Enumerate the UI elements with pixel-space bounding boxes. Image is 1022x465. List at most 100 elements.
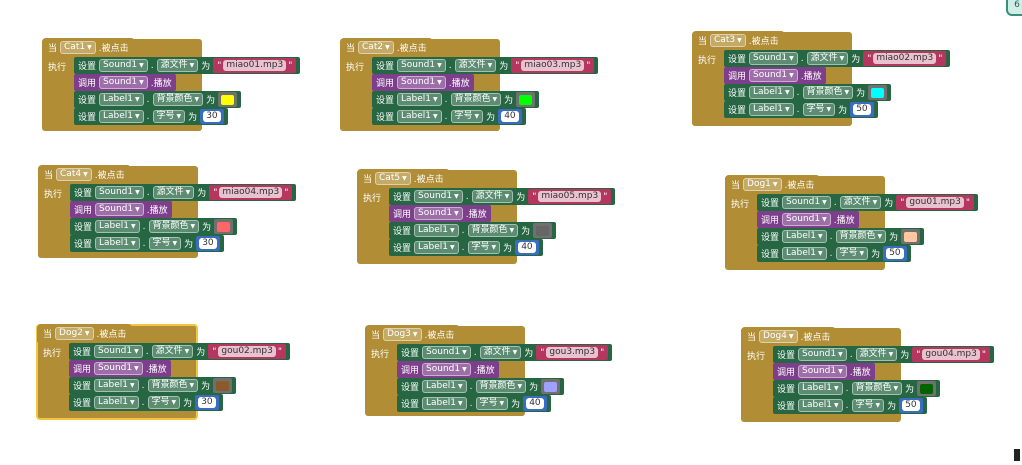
call-play-block[interactable]: 调用 Sound1 ▼ .播放 (773, 363, 875, 380)
component-dropdown[interactable]: Dog4 ▼ (759, 329, 798, 343)
set-fontsize-block[interactable]: 设置 Label1 ▼ . 字号 ▼ 为 30 (69, 394, 223, 411)
component-dropdown[interactable]: Sound1 ▼ (798, 348, 847, 361)
set-bgcolor-block[interactable]: 设置 Label1 ▼ . 背景颜色 ▼ 为 (773, 380, 941, 397)
property-dropdown[interactable]: 字号 ▼ (152, 110, 186, 123)
component-dropdown[interactable]: Label1 ▼ (782, 247, 827, 260)
number-block[interactable]: 50 (883, 246, 907, 261)
set-source-block[interactable]: 设置 Sound1 ▼ . 源文件 ▼ 为 " miao01.mp3 " (74, 57, 301, 74)
component-dropdown[interactable]: Label1 ▼ (798, 382, 843, 395)
text-block[interactable]: " miao03.mp3 " (511, 58, 595, 73)
text-block[interactable]: " miao01.mp3 " (213, 58, 297, 73)
set-bgcolor-block[interactable]: 设置 Label1 ▼ . 背景颜色 ▼ 为 (724, 84, 892, 101)
blocks-workspace[interactable]: 当 Cat1 ▼ .被点击 执行 设置 Sound1 ▼ . 源文件 ▼ 为 " mi… (0, 0, 1022, 465)
component-dropdown[interactable]: Sound1 ▼ (397, 76, 446, 89)
property-dropdown[interactable]: 字号 ▼ (835, 247, 869, 260)
component-dropdown[interactable]: Label1 ▼ (798, 399, 843, 412)
component-dropdown[interactable]: Sound1 ▼ (397, 59, 446, 72)
call-play-block[interactable]: 调用 Sound1 ▼ .播放 (74, 74, 176, 91)
event-block-dog1[interactable]: 当 Dog1 ▼ .被点击 执行 设置 Sound1 ▼ . 源文件 ▼ 为 " go… (725, 175, 978, 270)
set-fontsize-block[interactable]: 设置 Label1 ▼ . 字号 ▼ 为 40 (372, 108, 526, 125)
component-dropdown[interactable]: Dog2 ▼ (55, 326, 94, 340)
set-fontsize-block[interactable]: 设置 Label1 ▼ . 字号 ▼ 为 40 (389, 239, 543, 256)
set-source-block[interactable]: 设置 Sound1 ▼ . 源文件 ▼ 为 " gou3.mp3 " (397, 344, 613, 361)
set-fontsize-block[interactable]: 设置 Label1 ▼ . 字号 ▼ 为 50 (757, 245, 911, 262)
property-dropdown[interactable]: 源文件 ▼ (806, 52, 849, 65)
property-dropdown[interactable]: 背景颜色 ▼ (835, 230, 887, 243)
component-dropdown[interactable]: Dog3 ▼ (383, 327, 422, 341)
event-block-cat4[interactable]: 当 Cat4 ▼ .被点击 执行 设置 Sound1 ▼ . 源文件 ▼ 为 " mi… (38, 165, 297, 258)
component-dropdown[interactable]: Label1 ▼ (94, 379, 139, 392)
component-dropdown[interactable]: Sound1 ▼ (422, 363, 471, 376)
set-bgcolor-block[interactable]: 设置 Label1 ▼ . 背景颜色 ▼ 为 (69, 377, 237, 394)
property-dropdown[interactable]: 字号 ▼ (147, 396, 181, 409)
set-fontsize-block[interactable]: 设置 Label1 ▼ . 字号 ▼ 为 50 (724, 101, 878, 118)
property-dropdown[interactable]: 字号 ▼ (475, 397, 509, 410)
set-source-block[interactable]: 设置 Sound1 ▼ . 源文件 ▼ 为 " gou01.mp3 " (757, 194, 978, 211)
event-block-cat1[interactable]: 当 Cat1 ▼ .被点击 执行 设置 Sound1 ▼ . 源文件 ▼ 为 " mi… (42, 38, 301, 131)
number-block[interactable]: 40 (523, 396, 547, 411)
color-block[interactable] (218, 92, 238, 107)
text-block[interactable]: " miao02.mp3 " (863, 51, 947, 66)
component-dropdown[interactable]: Cat5 ▼ (375, 171, 411, 185)
set-bgcolor-block[interactable]: 设置 Label1 ▼ . 背景颜色 ▼ 为 (757, 228, 925, 245)
component-dropdown[interactable]: Label1 ▼ (95, 237, 140, 250)
property-dropdown[interactable]: 源文件 ▼ (839, 196, 882, 209)
set-fontsize-block[interactable]: 设置 Label1 ▼ . 字号 ▼ 为 50 (773, 397, 927, 414)
number-block[interactable]: 30 (195, 395, 219, 410)
component-dropdown[interactable]: Sound1 ▼ (798, 365, 847, 378)
event-block-dog2[interactable]: 当 Dog2 ▼ .被点击 执行 设置 Sound1 ▼ . 源文件 ▼ 为 " go… (36, 324, 290, 420)
component-dropdown[interactable]: Cat4 ▼ (56, 167, 92, 181)
component-dropdown[interactable]: Label1 ▼ (749, 103, 794, 116)
property-dropdown[interactable]: 背景颜色 ▼ (851, 382, 903, 395)
property-dropdown[interactable]: 字号 ▼ (467, 241, 501, 254)
component-dropdown[interactable]: Sound1 ▼ (94, 362, 143, 375)
event-block-cat2[interactable]: 当 Cat2 ▼ .被点击 执行 设置 Sound1 ▼ . 源文件 ▼ 为 " mi… (340, 38, 599, 131)
component-dropdown[interactable]: Label1 ▼ (749, 86, 794, 99)
set-source-block[interactable]: 设置 Sound1 ▼ . 源文件 ▼ 为 " gou04.mp3 " (773, 346, 994, 363)
call-play-block[interactable]: 调用 Sound1 ▼ .播放 (372, 74, 474, 91)
property-dropdown[interactable]: 源文件 ▼ (479, 346, 522, 359)
component-dropdown[interactable]: Cat3 ▼ (710, 33, 746, 47)
component-dropdown[interactable]: Cat2 ▼ (358, 40, 394, 54)
set-fontsize-block[interactable]: 设置 Label1 ▼ . 字号 ▼ 为 30 (74, 108, 228, 125)
set-source-block[interactable]: 设置 Sound1 ▼ . 源文件 ▼ 为 " miao03.mp3 " (372, 57, 599, 74)
property-dropdown[interactable]: 背景颜色 ▼ (152, 93, 204, 106)
number-block[interactable]: 50 (850, 102, 874, 117)
property-dropdown[interactable]: 背景颜色 ▼ (147, 379, 199, 392)
event-block-cat3[interactable]: 当 Cat3 ▼ .被点击 执行 设置 Sound1 ▼ . 源文件 ▼ 为 " mi… (692, 31, 951, 126)
event-block-cat5[interactable]: 当 Cat5 ▼ .被点击 执行 设置 Sound1 ▼ . 源文件 ▼ 为 " mi… (357, 169, 616, 264)
event-block-dog4[interactable]: 当 Dog4 ▼ .被点击 执行 设置 Sound1 ▼ . 源文件 ▼ 为 " go… (741, 327, 994, 422)
property-dropdown[interactable]: 源文件 ▼ (855, 348, 898, 361)
component-dropdown[interactable]: Label1 ▼ (99, 110, 144, 123)
component-dropdown[interactable]: Sound1 ▼ (782, 213, 831, 226)
trash-icon[interactable] (1014, 449, 1020, 461)
property-dropdown[interactable]: 字号 ▼ (148, 237, 182, 250)
event-block-dog3[interactable]: 当 Dog3 ▼ .被点击 执行 设置 Sound1 ▼ . 源文件 ▼ 为 " go… (365, 325, 613, 416)
property-dropdown[interactable]: 源文件 ▼ (156, 59, 199, 72)
color-block[interactable] (214, 219, 234, 234)
component-dropdown[interactable]: Cat1 ▼ (60, 40, 96, 54)
component-dropdown[interactable]: Sound1 ▼ (99, 59, 148, 72)
component-dropdown[interactable]: Sound1 ▼ (99, 76, 148, 89)
property-dropdown[interactable]: 源文件 ▼ (152, 186, 195, 199)
set-source-block[interactable]: 设置 Sound1 ▼ . 源文件 ▼ 为 " miao02.mp3 " (724, 50, 951, 67)
number-block[interactable]: 50 (899, 398, 923, 413)
text-block[interactable]: " gou04.mp3 " (912, 347, 990, 362)
call-play-block[interactable]: 调用 Sound1 ▼ .播放 (69, 360, 171, 377)
set-fontsize-block[interactable]: 设置 Label1 ▼ . 字号 ▼ 为 40 (397, 395, 551, 412)
component-dropdown[interactable]: Sound1 ▼ (422, 346, 471, 359)
color-block[interactable] (917, 381, 937, 396)
component-dropdown[interactable]: Label1 ▼ (414, 224, 459, 237)
set-source-block[interactable]: 设置 Sound1 ▼ . 源文件 ▼ 为 " miao05.mp3 " (389, 188, 616, 205)
property-dropdown[interactable]: 背景颜色 ▼ (148, 220, 200, 233)
set-source-block[interactable]: 设置 Sound1 ▼ . 源文件 ▼ 为 " gou02.mp3 " (69, 343, 290, 360)
set-source-block[interactable]: 设置 Sound1 ▼ . 源文件 ▼ 为 " miao04.mp3 " (70, 184, 297, 201)
call-play-block[interactable]: 调用 Sound1 ▼ .播放 (70, 201, 172, 218)
property-dropdown[interactable]: 字号 ▼ (802, 103, 836, 116)
set-fontsize-block[interactable]: 设置 Label1 ▼ . 字号 ▼ 为 30 (70, 235, 224, 252)
component-dropdown[interactable]: Sound1 ▼ (95, 186, 144, 199)
component-dropdown[interactable]: Sound1 ▼ (95, 203, 144, 216)
set-bgcolor-block[interactable]: 设置 Label1 ▼ . 背景颜色 ▼ 为 (74, 91, 242, 108)
call-play-block[interactable]: 调用 Sound1 ▼ .播放 (389, 205, 491, 222)
component-dropdown[interactable]: Label1 ▼ (397, 110, 442, 123)
